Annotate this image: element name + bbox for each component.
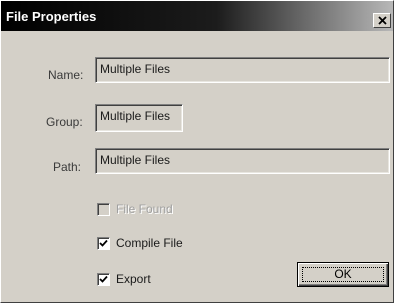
path-label: Path:	[53, 160, 82, 174]
compile-file-option[interactable]: Compile File	[97, 236, 183, 250]
title-bar[interactable]: File Properties	[1, 1, 393, 31]
file-properties-dialog: File Properties Name: Multiple Files Gro…	[0, 0, 394, 303]
name-label: Name:	[48, 68, 84, 82]
file-found-checkbox	[97, 202, 110, 216]
file-found-label: File Found	[116, 202, 173, 216]
group-field[interactable]: Multiple Files	[95, 104, 183, 132]
focus-rectangle	[302, 267, 384, 282]
close-icon	[377, 13, 387, 28]
export-checkbox[interactable]	[97, 272, 110, 286]
checkmark-icon	[99, 239, 108, 247]
group-label: Group:	[46, 115, 83, 129]
compile-file-checkbox[interactable]	[97, 236, 110, 250]
close-button[interactable]	[373, 13, 391, 28]
compile-file-label: Compile File	[116, 236, 183, 250]
file-found-option: File Found	[97, 202, 173, 216]
export-option[interactable]: Export	[97, 272, 151, 286]
name-field[interactable]: Multiple Files	[95, 57, 390, 83]
window-title: File Properties	[6, 9, 97, 24]
ok-button[interactable]: OK	[297, 262, 389, 287]
export-label: Export	[116, 272, 151, 286]
path-field[interactable]: Multiple Files	[95, 148, 390, 174]
checkmark-icon	[99, 275, 108, 283]
